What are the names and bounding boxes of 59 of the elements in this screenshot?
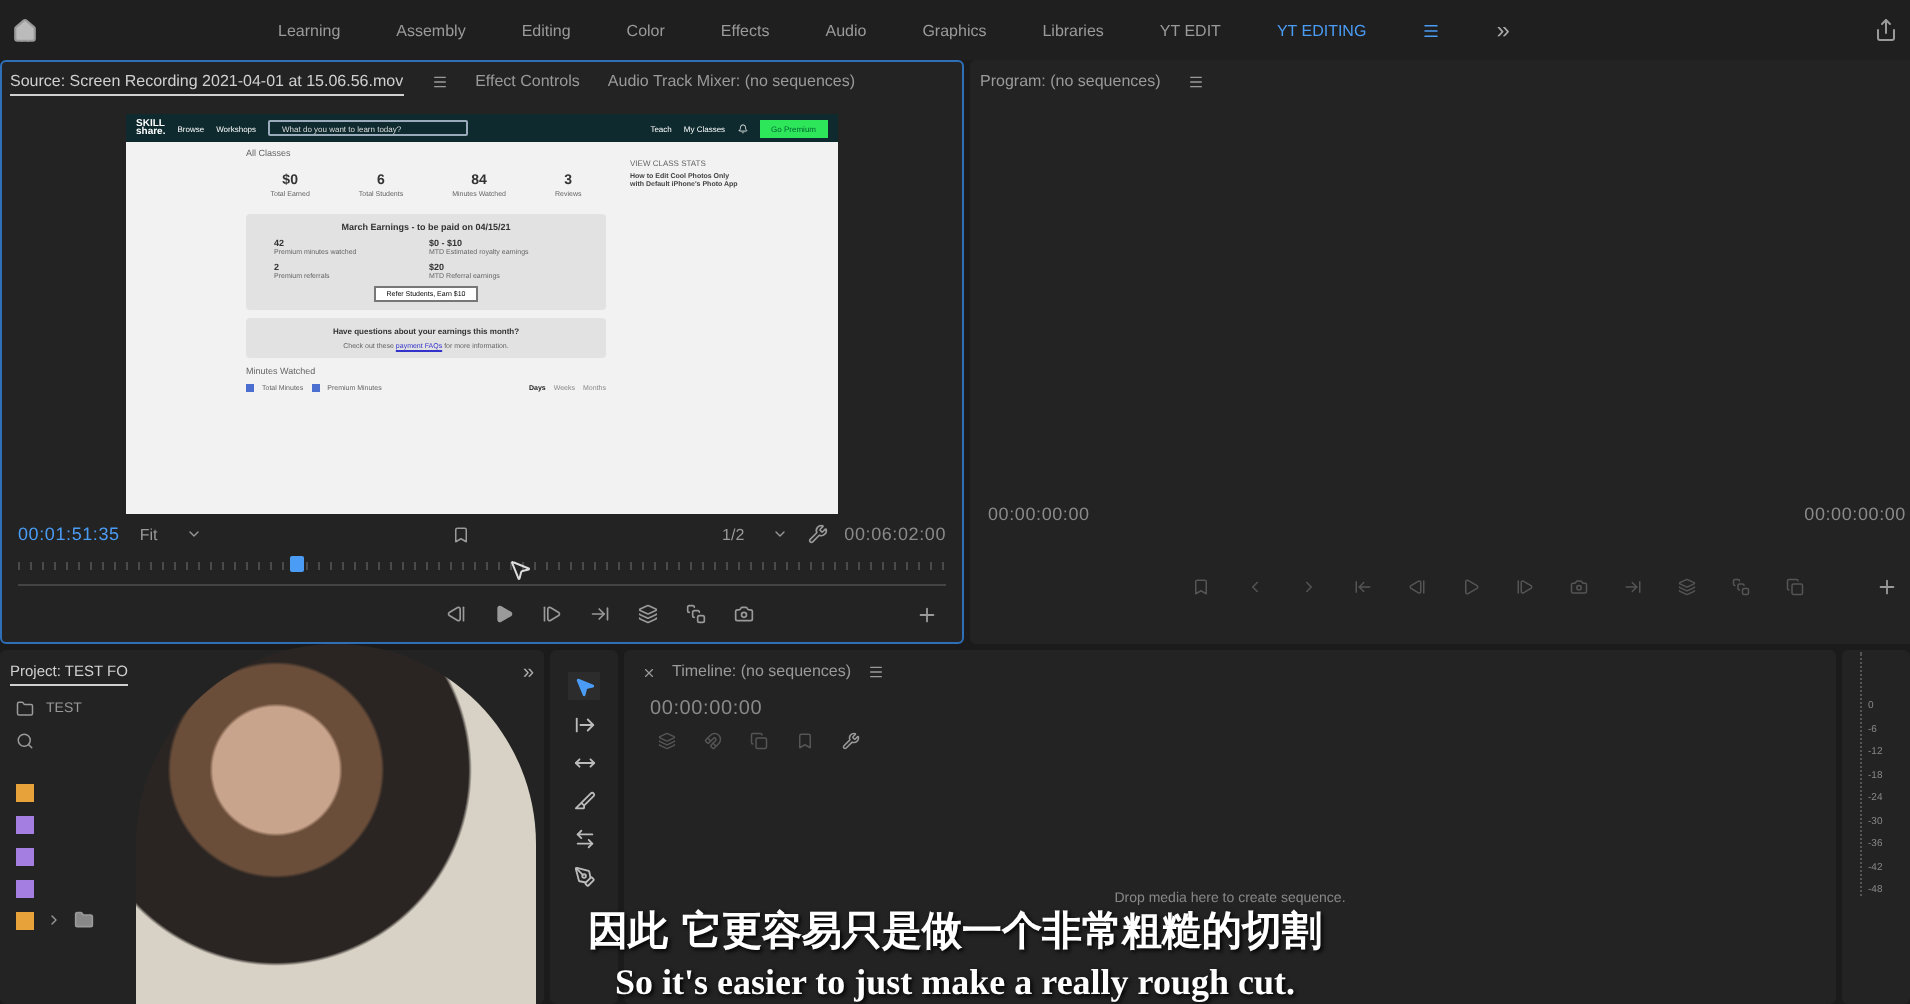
duration-timecode: 00:06:02:00 <box>844 524 947 544</box>
menu-icon[interactable] <box>1422 21 1441 39</box>
workspace-tab[interactable]: Audio <box>825 21 867 39</box>
overflow-chevrons[interactable]: » <box>1496 16 1510 44</box>
subtitle-line: 因此 它更容易只是做一个非常粗糙的切割 <box>588 905 1322 958</box>
playhead[interactable] <box>290 556 305 572</box>
out-timecode: 00:00:00:00 <box>1804 504 1906 524</box>
subtitle-line: So it's easier to just make a really rough cut. <box>615 962 1295 1004</box>
bell-icon[interactable] <box>737 123 748 133</box>
step-forward-icon[interactable] <box>542 604 562 624</box>
home-icon[interactable] <box>12 17 38 43</box>
expand-icon[interactable] <box>46 912 62 928</box>
panel-title[interactable]: Timeline: (no sequences) <box>672 658 852 686</box>
panel-tab[interactable]: Audio Track Mixer: (no sequences) <box>607 68 856 96</box>
panel-title[interactable]: Program: (no sequences) <box>980 68 1161 96</box>
panel-tab[interactable]: Source: Screen Recording 2021-04-01 at 15.06.56.mov <box>10 68 404 96</box>
menu-icon[interactable] <box>431 74 448 90</box>
plus-icon[interactable] <box>916 603 938 625</box>
legend-checkbox[interactable] <box>311 384 320 392</box>
menu-icon[interactable] <box>867 664 884 680</box>
marker-icon[interactable] <box>796 731 814 749</box>
workspace-tab[interactable]: Effects <box>720 21 770 39</box>
play-icon[interactable] <box>494 604 514 624</box>
workspace-tab[interactable]: Learning <box>278 21 341 39</box>
workspace-tab[interactable]: Libraries <box>1042 21 1104 39</box>
wrench-icon[interactable] <box>808 524 829 544</box>
folder-icon <box>16 699 34 717</box>
resolution-dropdown[interactable]: 1/2 <box>718 525 793 543</box>
panel-tab[interactable]: Effect Controls <box>475 68 580 96</box>
arrow-to-line-icon[interactable] <box>590 604 610 624</box>
workspace-tab[interactable]: YT EDIT <box>1159 21 1221 39</box>
workspace-tab[interactable]: Editing <box>521 21 571 39</box>
mouse-cursor-icon <box>508 558 532 582</box>
menu-icon[interactable] <box>1188 74 1205 90</box>
current-timecode: 00:01:51:35 <box>18 524 120 544</box>
workspace-tab[interactable]: Color <box>626 21 665 39</box>
close-icon[interactable] <box>642 665 656 679</box>
workspace-tab[interactable]: Assembly <box>396 21 466 39</box>
wrench-icon[interactable] <box>842 731 860 749</box>
search-icon[interactable] <box>16 731 34 749</box>
folder-icon <box>74 910 94 930</box>
layers-icon[interactable] <box>638 604 658 624</box>
workspace-tab[interactable]: Graphics <box>922 21 987 39</box>
stack-icon[interactable] <box>686 604 706 624</box>
timeline-timecode: 00:00:00:00 <box>650 697 763 719</box>
caret-icon <box>185 526 202 542</box>
legend-checkbox[interactable] <box>246 384 254 392</box>
zoom-dropdown[interactable]: Fit <box>135 525 206 543</box>
step-back-icon[interactable] <box>446 604 466 624</box>
in-timecode: 00:00:00:00 <box>988 504 1090 524</box>
camera-icon[interactable] <box>734 604 754 624</box>
plus-icon[interactable] <box>1876 575 1898 597</box>
marker-icon[interactable] <box>452 525 471 543</box>
overflow-chevrons[interactable]: » <box>522 661 534 683</box>
marker-icon[interactable] <box>1192 577 1210 595</box>
share-icon[interactable] <box>1874 18 1898 42</box>
workspace-tab[interactable]: YT EDITING <box>1276 21 1367 39</box>
pointer-icon[interactable] <box>568 672 600 700</box>
caret-icon <box>772 526 789 542</box>
